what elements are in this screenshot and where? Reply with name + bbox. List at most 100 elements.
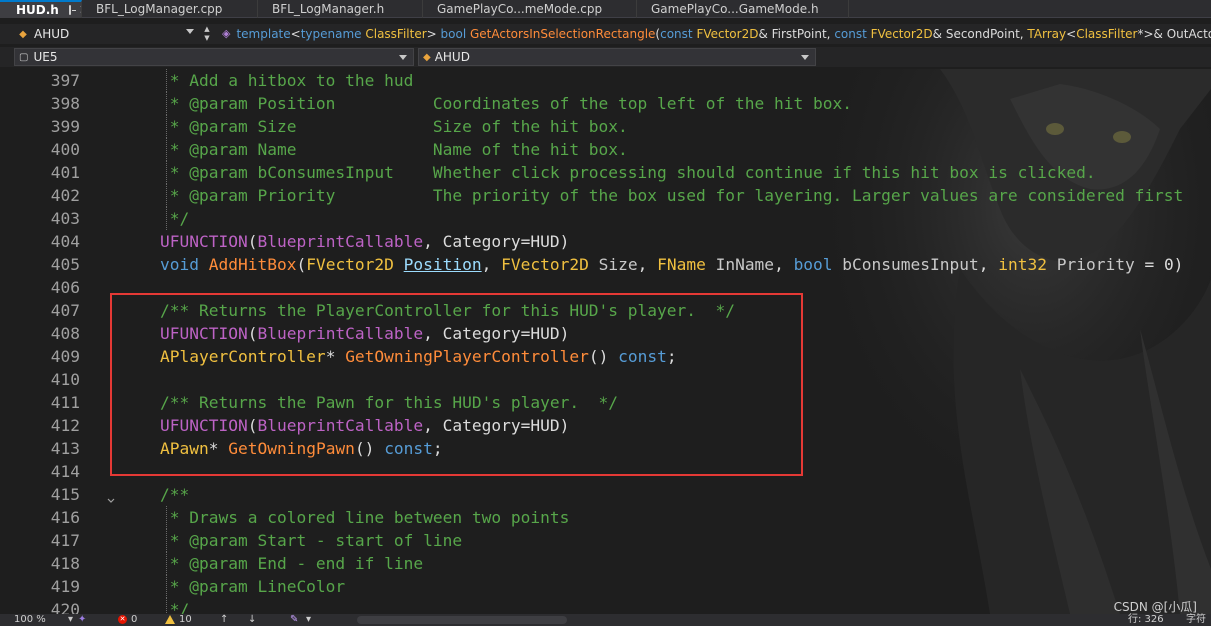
code-token: ; (666, 347, 677, 366)
code-token: int32 (998, 255, 1057, 274)
code-token: GetOwningPlayerController (345, 347, 589, 366)
line-number: 401 (50, 163, 80, 182)
class-icon: ◆ (423, 51, 431, 63)
zoom-dropdown-icon[interactable]: ▾ (68, 614, 73, 626)
code-editor[interactable]: 397 * Add a hitbox to the hud 398 * @para… (0, 69, 1211, 614)
code-line[interactable]: 416 * Draws a colored line between two p… (0, 506, 1211, 529)
tab-3[interactable]: GamePlayCo...meMode.cpp (423, 0, 637, 18)
code-token: , Category=HUD) (423, 324, 570, 343)
code-token: * @param Start - start of line (160, 531, 463, 550)
code-line[interactable]: 410 (0, 368, 1211, 391)
code-line[interactable]: 397 * Add a hitbox to the hud (0, 69, 1211, 92)
line-number: 418 (50, 554, 80, 573)
code-line[interactable]: 412 UFUNCTION(BlueprintCallable, Category… (0, 414, 1211, 437)
code-text: UFUNCTION(BlueprintCallable, Category=HU… (160, 322, 569, 345)
code-token: * @param bConsumesInput Whether click pr… (160, 163, 1096, 182)
code-line[interactable]: 419 * @param LineColor (0, 575, 1211, 598)
horizontal-scrollbar[interactable] (357, 616, 567, 624)
tab-4[interactable]: GamePlayCo...GameMode.h (637, 0, 849, 18)
code-line[interactable]: 405 void AddHitBox(FVector2D Position, FV… (0, 253, 1211, 276)
code-token: ; (432, 439, 443, 458)
code-line[interactable]: 418 * @param End - end if line (0, 552, 1211, 575)
code-token: BlueprintCallable (257, 416, 424, 435)
code-line[interactable]: 404 UFUNCTION(BlueprintCallable, Category… (0, 230, 1211, 253)
code-line[interactable]: 409 APlayerController* GetOwningPlayerCon… (0, 345, 1211, 368)
code-line[interactable]: 398 * @param Position Coordinates of the… (0, 92, 1211, 115)
code-token: /** Returns the Pawn for this HUD's play… (160, 393, 619, 412)
signature-token: > (426, 27, 441, 41)
code-line[interactable]: 403 */ (0, 207, 1211, 230)
signature-token: bool (440, 27, 470, 41)
code-token: void (160, 255, 209, 274)
code-line[interactable]: 400 * @param Name Name of the hit box. (0, 138, 1211, 161)
code-token: , (978, 255, 999, 274)
code-line[interactable]: 420 */ (0, 598, 1211, 614)
pin-icon[interactable] (68, 5, 76, 15)
project-dropdown[interactable]: ▢ UE5 (14, 48, 414, 66)
code-line[interactable]: 401 * @param bConsumesInput Whether clic… (0, 161, 1211, 184)
code-token: const (618, 347, 667, 366)
code-token: * @param Position Coordinates of the top… (160, 94, 852, 113)
code-line[interactable]: 399 * @param Size Size of the hit box. (0, 115, 1211, 138)
code-token: () (588, 347, 619, 366)
code-line[interactable]: 406 (0, 276, 1211, 299)
line-number: 415 (50, 485, 80, 504)
code-token: UFUNCTION (160, 232, 248, 251)
arrow-up-icon[interactable]: ↑ (220, 614, 228, 626)
code-token: ( (247, 324, 258, 343)
fold-chevron-icon[interactable] (106, 489, 116, 503)
brush-icon[interactable]: ✎ (290, 614, 298, 626)
code-token: BlueprintCallable (257, 324, 424, 343)
signature-token: TArray (1027, 27, 1067, 41)
line-number: 416 (50, 508, 80, 527)
navigation-bar: ◆ AHUD ▲ ▼ ◈ template<typename ClassFilt… (0, 24, 1211, 44)
error-count-indicator[interactable]: ✕ 0 (118, 614, 137, 626)
code-line[interactable]: 417 * @param Start - start of line (0, 529, 1211, 552)
code-text: * Draws a colored line between two point… (160, 506, 570, 529)
code-text: * @param Size Size of the hit box. (160, 115, 628, 138)
line-number: 414 (50, 462, 80, 481)
warning-count-indicator[interactable]: 10 (165, 614, 192, 626)
code-line[interactable]: 402 * @param Priority The priority of th… (0, 184, 1211, 207)
code-token: APlayerController (160, 347, 326, 366)
code-line[interactable]: 407 /** Returns the PlayerController for … (0, 299, 1211, 322)
member-signature-dropdown[interactable]: ◈ template<typename ClassFilter> bool Ge… (222, 24, 1211, 44)
member-scope-dropdown[interactable]: ◆ AHUD (418, 48, 816, 66)
code-token: /** Returns the PlayerController for thi… (160, 301, 735, 320)
tab-0[interactable]: HUD.h✕ (0, 0, 82, 18)
code-token: ( (296, 255, 307, 274)
chevron-down-icon (801, 55, 809, 60)
code-text: * @param End - end if line (160, 552, 423, 575)
code-line[interactable]: 408 UFUNCTION(BlueprintCallable, Category… (0, 322, 1211, 345)
tab-2[interactable]: BFL_LogManager.h (258, 0, 423, 18)
code-line[interactable]: 414 (0, 460, 1211, 483)
context-bar: ▢ UE5 ◆ AHUD (0, 47, 1211, 67)
code-line[interactable]: 415 /** (0, 483, 1211, 506)
code-text: UFUNCTION(BlueprintCallable, Category=HU… (160, 414, 569, 437)
code-line[interactable]: 411 /** Returns the Pawn for this HUD's p… (0, 391, 1211, 414)
code-token: , (637, 255, 658, 274)
tab-label: GamePlayCo...meMode.cpp (437, 2, 603, 16)
code-text: APawn* GetOwningPawn() const; (160, 437, 443, 460)
watermark: CSDN @[小瓜] (1113, 600, 1197, 614)
code-text: * @param Name Name of the hit box. (160, 138, 628, 161)
class-icon: ◆ (19, 28, 27, 40)
brush-dropdown-icon[interactable]: ▾ (306, 614, 311, 626)
code-token: * @param Name Name of the hit box. (160, 140, 628, 159)
code-cleanup-icon[interactable]: ✦ (78, 614, 86, 626)
zoom-level[interactable]: 100 % (14, 614, 46, 626)
code-text: * @param Start - start of line (160, 529, 462, 552)
method-icon: ◈ (222, 27, 231, 40)
line-number: 400 (50, 140, 80, 159)
tab-1[interactable]: BFL_LogManager.cpp (82, 0, 258, 18)
code-token: , (774, 255, 794, 274)
warning-icon (165, 614, 175, 624)
scope-spinner[interactable]: ▲ ▼ (200, 25, 214, 43)
code-token: ( (247, 416, 258, 435)
arrow-down-icon[interactable]: ↓ (248, 614, 256, 626)
code-token: Size (598, 255, 638, 274)
code-line[interactable]: 413 APawn* GetOwningPawn() const; (0, 437, 1211, 460)
code-text: */ (160, 207, 190, 230)
class-scope-dropdown[interactable]: ◆ AHUD (16, 24, 198, 44)
code-text: /** Returns the PlayerController for thi… (160, 299, 735, 322)
